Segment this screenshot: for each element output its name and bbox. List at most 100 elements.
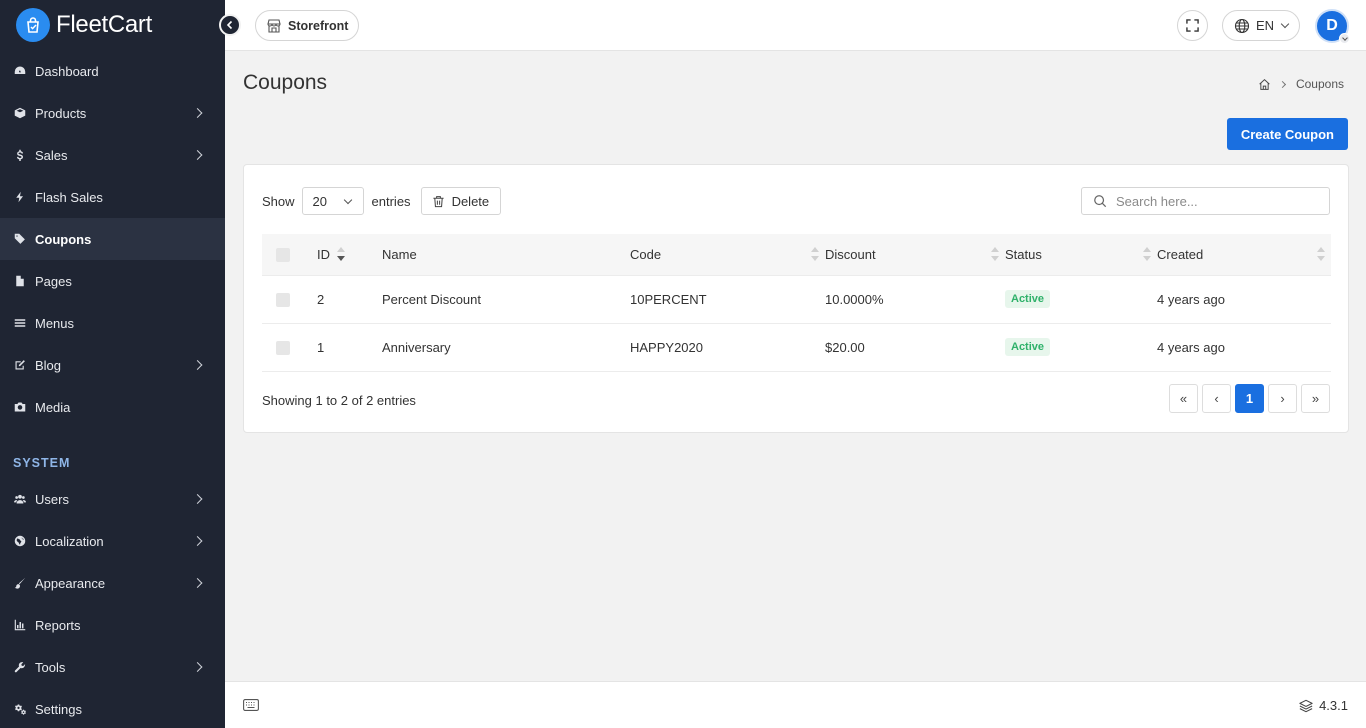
footer: 4.3.1 <box>225 681 1366 728</box>
edit-icon <box>13 358 27 372</box>
brush-icon <box>13 576 27 590</box>
page-size-select[interactable]: 20 <box>301 187 364 215</box>
cogs-icon <box>13 702 27 716</box>
breadcrumb: Coupons <box>1258 77 1344 91</box>
cell-code: 10PERCENT <box>630 291 707 307</box>
pagination: « ‹ 1 › » <box>1169 384 1330 413</box>
wrench-icon <box>13 660 27 674</box>
sidebar-item-label: Blog <box>35 357 62 373</box>
sidebar-item-dashboard[interactable]: Dashboard <box>0 50 225 92</box>
sidebar-item-localization[interactable]: Localization <box>0 520 225 562</box>
sort-icon <box>811 247 819 262</box>
sidebar-item-users[interactable]: Users <box>0 478 225 520</box>
sidebar-item-tools[interactable]: Tools <box>0 646 225 688</box>
sidebar-item-appearance[interactable]: Appearance <box>0 562 225 604</box>
row-checkbox[interactable] <box>276 340 290 355</box>
home-icon[interactable] <box>1258 78 1271 91</box>
avatar-initial: D <box>1326 17 1338 34</box>
chevron-down-icon <box>343 195 352 205</box>
main-content: Coupons Coupons Create Coupon Show 20 en… <box>225 51 1366 681</box>
column-header-created[interactable]: Created <box>1157 234 1331 276</box>
sidebar-item-label: Localization <box>35 533 104 549</box>
delete-button[interactable]: Delete <box>420 187 502 215</box>
sidebar-item-settings[interactable]: Settings <box>0 688 225 728</box>
search-input[interactable] <box>1116 193 1316 209</box>
bolt-icon <box>13 190 27 204</box>
brand-name: FleetCart <box>56 11 152 38</box>
sidebar-item-media[interactable]: Media <box>0 386 225 428</box>
entries-label: entries <box>371 193 411 209</box>
chevron-right-icon <box>192 536 203 546</box>
tags-icon <box>13 232 27 246</box>
sidebar-collapse-button[interactable] <box>219 14 241 36</box>
sidebar-item-pages[interactable]: Pages <box>0 260 225 302</box>
dollar-icon <box>13 148 27 162</box>
first-page-button[interactable]: « <box>1169 384 1198 413</box>
search-box <box>1081 187 1330 215</box>
sidebar-item-label: Appearance <box>35 575 106 591</box>
chevron-right-icon <box>192 150 203 160</box>
cell-discount: 10.0000% <box>825 291 884 307</box>
camera-icon <box>13 400 27 414</box>
cell-id: 1 <box>317 339 325 355</box>
sidebar: FleetCart Dashboard Products Sales Flash… <box>0 0 225 728</box>
sidebar-item-label: Tools <box>35 659 66 675</box>
keyboard-icon[interactable] <box>243 699 259 711</box>
cell-id: 2 <box>317 291 325 307</box>
sort-icon <box>991 247 999 262</box>
page-button-current[interactable]: 1 <box>1235 384 1264 413</box>
column-header-code[interactable]: Code <box>630 234 825 276</box>
breadcrumb-separator <box>1278 80 1286 88</box>
create-coupon-button[interactable]: Create Coupon <box>1226 118 1348 150</box>
column-header-status[interactable]: Status <box>1005 234 1157 276</box>
sidebar-item-label: Users <box>35 491 69 507</box>
sidebar-item-products[interactable]: Products <box>0 92 225 134</box>
column-header-discount[interactable]: Discount <box>825 234 1005 276</box>
storefront-button[interactable]: Storefront <box>255 10 360 41</box>
topbar: Storefront EN D <box>225 0 1366 51</box>
sidebar-item-menus[interactable]: Menus <box>0 302 225 344</box>
cell-code: HAPPY2020 <box>630 339 703 355</box>
chevron-right-icon <box>192 578 203 588</box>
select-all-checkbox[interactable] <box>276 248 290 263</box>
chevron-left-icon <box>226 20 233 30</box>
table-row[interactable]: 1 Anniversary HAPPY2020 $20.00 Active 4 … <box>262 323 1331 371</box>
avatar[interactable]: D <box>1315 9 1350 44</box>
sidebar-item-coupons[interactable]: Coupons <box>0 218 225 260</box>
sidebar-item-flash-sales[interactable]: Flash Sales <box>0 176 225 218</box>
column-header-name[interactable]: Name <box>382 234 630 276</box>
last-page-button[interactable]: » <box>1301 384 1330 413</box>
sidebar-nav: Dashboard Products Sales Flash Sales Cou… <box>0 50 225 428</box>
cube-icon <box>13 106 27 120</box>
chevron-right-icon <box>192 108 203 118</box>
sidebar-item-label: Menus <box>35 315 75 331</box>
fullscreen-button[interactable] <box>1177 10 1208 41</box>
sidebar-item-sales[interactable]: Sales <box>0 134 225 176</box>
next-page-button[interactable]: › <box>1268 384 1297 413</box>
sidebar-item-label: Dashboard <box>35 63 99 79</box>
version-label: 4.3.1 <box>1319 698 1348 713</box>
cell-name: Percent Discount <box>382 291 481 307</box>
sort-icon <box>1143 247 1151 262</box>
brand[interactable]: FleetCart <box>0 0 225 50</box>
sidebar-item-blog[interactable]: Blog <box>0 344 225 386</box>
sidebar-item-reports[interactable]: Reports <box>0 604 225 646</box>
language-label: EN <box>1256 18 1275 33</box>
row-checkbox[interactable] <box>276 292 290 307</box>
version-info: 4.3.1 <box>1299 698 1348 713</box>
language-selector[interactable]: EN <box>1222 10 1300 41</box>
column-header-id[interactable]: ID <box>317 234 382 276</box>
chevron-right-icon <box>192 360 203 370</box>
show-label: Show <box>262 193 295 209</box>
expand-icon <box>1186 19 1199 32</box>
prev-page-button[interactable]: ‹ <box>1202 384 1231 413</box>
coupons-table: ID Name Code Discount Status Created 2 P… <box>262 234 1331 372</box>
sidebar-item-label: Coupons <box>35 231 92 247</box>
globe-icon <box>13 534 27 548</box>
sidebar-item-label: Pages <box>35 273 72 289</box>
table-toolbar: Show 20 entries Delete <box>262 187 502 215</box>
status-badge: Active <box>1005 290 1051 308</box>
table-row[interactable]: 2 Percent Discount 10PERCENT 10.0000% Ac… <box>262 275 1331 323</box>
file-icon <box>13 274 27 288</box>
sidebar-section-system: SYSTEM <box>13 456 71 470</box>
